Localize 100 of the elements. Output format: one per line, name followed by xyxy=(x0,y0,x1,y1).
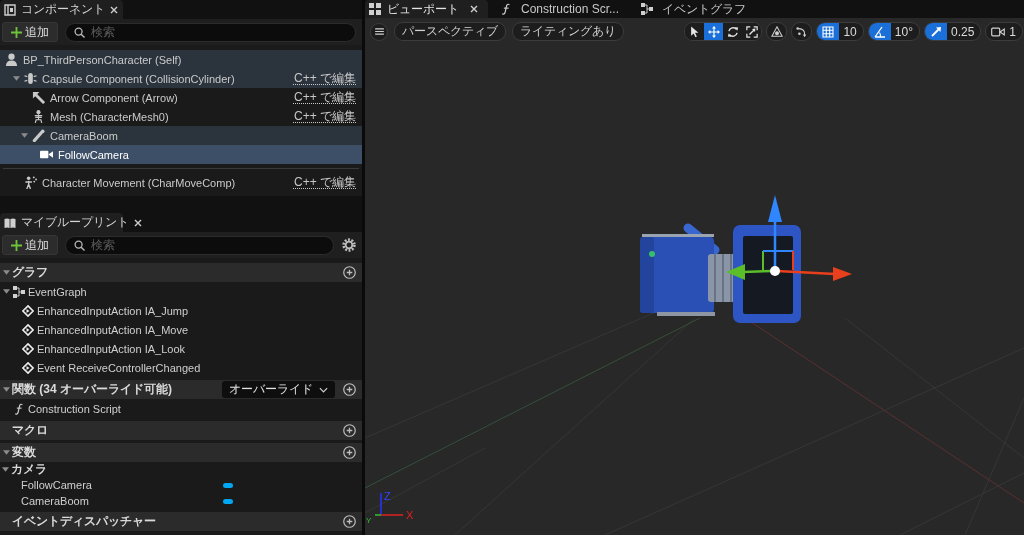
snap-button[interactable]: 10° xyxy=(867,22,920,41)
caret-icon[interactable] xyxy=(3,449,10,456)
axis-label: Z xyxy=(384,490,391,502)
capsule-icon xyxy=(24,72,37,85)
curved-arrow-dots-icon xyxy=(795,25,808,38)
component-name: CameraBoom xyxy=(50,129,118,142)
blueprint-item[interactable]: EnhancedInputAction IA_Jump xyxy=(0,301,362,320)
editor-tab[interactable]: イベントグラフ xyxy=(637,0,757,18)
add-circle-icon[interactable] xyxy=(343,266,356,279)
components-tab[interactable]: コンポーネント xyxy=(0,0,123,19)
search-field[interactable]: 検索 xyxy=(65,235,334,255)
edit-in-cpp-link[interactable]: C++ で編集 xyxy=(294,108,356,125)
item-name: EnhancedInputAction IA_Move xyxy=(37,323,189,336)
category-row[interactable]: カメラ xyxy=(0,462,362,477)
caret-icon[interactable] xyxy=(21,132,28,139)
close-icon[interactable] xyxy=(470,5,478,13)
rod-icon xyxy=(32,129,45,142)
section-title: イベントディスパッチャー xyxy=(12,513,156,530)
add-circle-icon[interactable] xyxy=(343,383,356,396)
menu-icon xyxy=(374,28,384,35)
section-header[interactable]: 関数 (34 オーバーライド可能) オーバーライド xyxy=(0,380,362,399)
category-title: カメラ xyxy=(11,461,47,478)
blueprint-item[interactable]: EnhancedInputAction IA_Move xyxy=(0,320,362,339)
caret-icon[interactable] xyxy=(3,288,10,295)
skeleton-icon xyxy=(32,110,45,123)
component-name: FollowCamera xyxy=(58,148,129,161)
tab-title: コンポーネント xyxy=(21,1,105,18)
settings-icon[interactable] xyxy=(342,238,356,252)
video-camera-icon xyxy=(40,148,53,161)
item-name: Construction Script xyxy=(28,402,121,415)
add-button[interactable]: 追加 xyxy=(2,22,58,42)
edit-in-cpp-link[interactable]: C++ で編集 xyxy=(294,89,356,106)
caret-icon[interactable] xyxy=(2,466,9,473)
add-button[interactable]: 追加 xyxy=(2,235,58,255)
view-mode-button[interactable]: パースペクティブ xyxy=(394,22,506,41)
snap-button[interactable]: 0.25 xyxy=(923,22,982,41)
edit-in-cpp-link[interactable]: C++ で編集 xyxy=(294,174,356,191)
plus-icon xyxy=(11,239,22,251)
component-name: Capsule Component (CollisionCylinder) xyxy=(42,72,235,85)
stick-figure-icon xyxy=(24,176,37,189)
variable-row[interactable]: CameraBoom xyxy=(0,493,362,509)
component-row[interactable]: FollowCamera xyxy=(0,145,362,164)
section-header[interactable]: 変数 xyxy=(0,443,362,462)
function-icon xyxy=(500,3,512,15)
node-graph-icon xyxy=(641,3,654,15)
blueprint-item[interactable]: Construction Script xyxy=(0,399,362,418)
add-circle-icon[interactable] xyxy=(343,446,356,459)
search-icon xyxy=(74,26,85,38)
close-icon[interactable] xyxy=(134,218,142,227)
item-name: EventGraph xyxy=(28,285,87,298)
item-name: EnhancedInputAction IA_Jump xyxy=(37,304,189,317)
arrow-icon xyxy=(32,91,45,104)
component-row[interactable]: CameraBoom xyxy=(0,126,362,145)
node-graph-icon xyxy=(13,285,25,298)
section-header[interactable]: グラフ xyxy=(0,263,362,282)
event-diamond-icon xyxy=(22,361,34,374)
layout-grid-icon xyxy=(369,3,381,15)
component-name: Arrow Component (Arrow) xyxy=(50,91,178,104)
component-row[interactable]: Mesh (CharacterMesh0) C++ で編集 xyxy=(0,107,362,126)
camera-model-drawing[interactable] xyxy=(640,223,801,323)
variable-name: CameraBoom xyxy=(21,495,90,507)
blueprint-item[interactable]: EnhancedInputAction IA_Look xyxy=(0,339,362,358)
component-row[interactable]: Character Movement (CharMoveComp) C++ で編集 xyxy=(0,173,362,192)
tab-title: Construction Scr... xyxy=(521,2,620,16)
item-name: Event ReceiveControllerChanged xyxy=(37,361,201,374)
edit-in-cpp-link[interactable]: C++ で編集 xyxy=(294,70,356,87)
add-circle-icon[interactable] xyxy=(343,515,356,528)
caret-icon[interactable] xyxy=(3,386,10,393)
component-name: BP_ThirdPersonCharacter (Self) xyxy=(23,53,182,66)
section-header[interactable]: マクロ xyxy=(0,421,362,440)
add-circle-icon[interactable] xyxy=(343,424,356,437)
book-icon xyxy=(4,216,16,229)
snap-button[interactable]: 10 xyxy=(816,22,864,41)
component-row[interactable]: BP_ThirdPersonCharacter (Self) xyxy=(0,50,362,69)
override-dropdown[interactable]: オーバーライド xyxy=(222,381,335,398)
component-row[interactable]: Capsule Component (CollisionCylinder) C++ で編集 xyxy=(0,69,362,88)
editor-tab[interactable]: Construction Scr... xyxy=(496,0,630,18)
component-name: Character Movement (CharMoveComp) xyxy=(42,176,236,189)
section-title: 変数 xyxy=(12,444,36,461)
caret-icon[interactable] xyxy=(3,269,10,276)
item-name: EnhancedInputAction IA_Look xyxy=(37,342,185,355)
plane-handle[interactable] xyxy=(762,250,794,271)
editor-tab[interactable]: ビューポート xyxy=(365,0,488,18)
search-field[interactable]: 検索 xyxy=(65,22,356,42)
event-diamond-icon xyxy=(22,323,34,336)
tab-title: イベントグラフ xyxy=(662,0,747,18)
section-header[interactable]: イベントディスパッチャー xyxy=(0,512,362,531)
close-icon[interactable] xyxy=(110,5,118,14)
rotate-arrows-icon xyxy=(726,25,739,38)
tab-title: ビューポート xyxy=(387,0,459,18)
camera-speed-button[interactable]: 1 xyxy=(985,22,1023,41)
lighting-mode-button[interactable]: ライティングあり xyxy=(512,22,624,41)
section-title: マクロ xyxy=(12,422,48,439)
variable-row[interactable]: FollowCamera xyxy=(0,477,362,493)
transform-mode-button[interactable] xyxy=(704,23,724,40)
component-row[interactable]: Arrow Component (Arrow) C++ で編集 xyxy=(0,88,362,107)
blueprint-item[interactable]: Event ReceiveControllerChanged xyxy=(0,358,362,377)
caret-icon[interactable] xyxy=(13,75,20,82)
blueprint-item[interactable]: EventGraph xyxy=(0,282,362,301)
gizmo-center-handle[interactable] xyxy=(770,266,780,276)
